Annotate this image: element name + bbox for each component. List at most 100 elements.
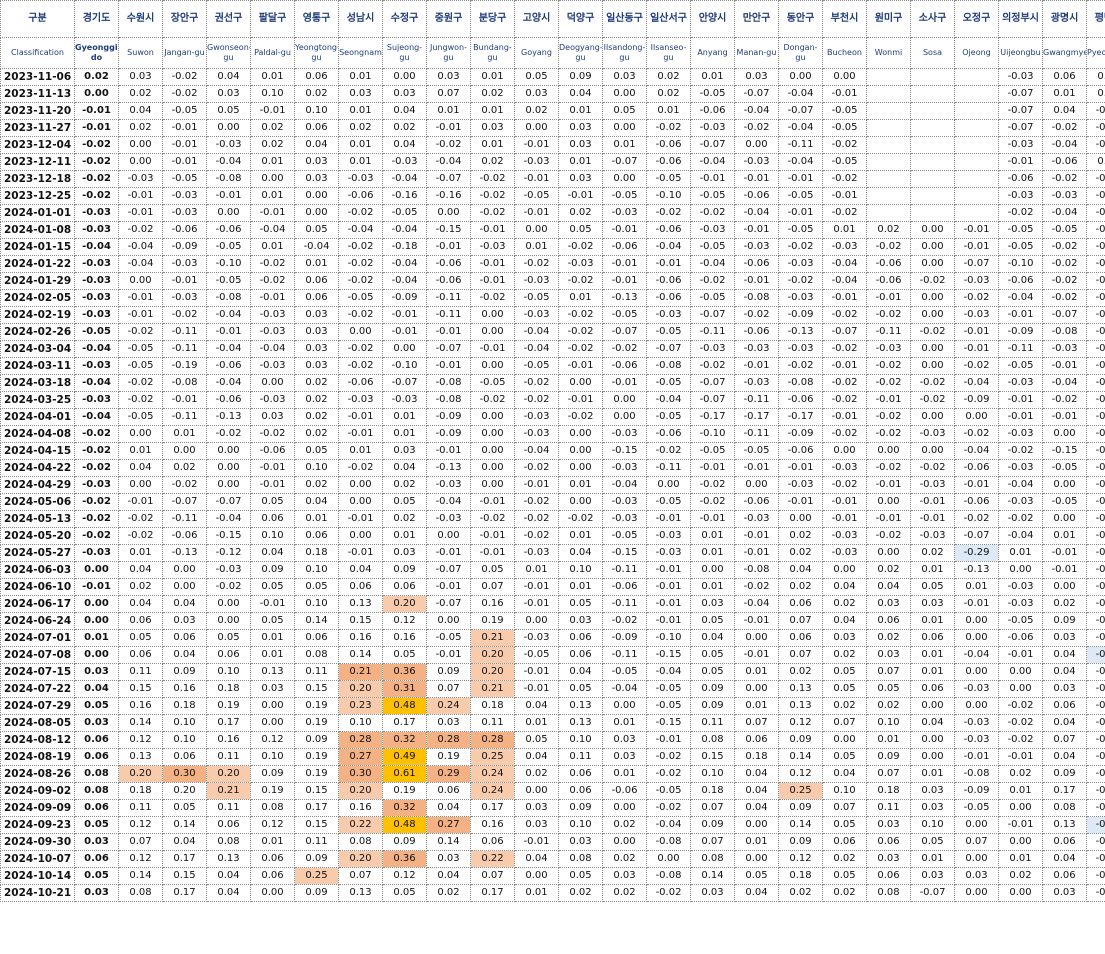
value-cell: 0.14 bbox=[690, 867, 735, 885]
value-cell: 0.04 bbox=[382, 102, 427, 120]
value-cell: -0.17 bbox=[734, 408, 779, 426]
value-cell: 0.10 bbox=[294, 102, 339, 120]
value-cell: -0.03 bbox=[646, 544, 691, 562]
value-cell: -0.01 bbox=[734, 170, 779, 188]
value-cell: 0.02 bbox=[118, 119, 163, 137]
row-date: 2024-01-08 bbox=[0, 221, 75, 239]
value-cell: -0.02 bbox=[118, 221, 163, 239]
value-cell: 0.00 bbox=[734, 476, 779, 494]
value-cell: -0.01 bbox=[998, 816, 1043, 834]
value-cell: 0.01 bbox=[910, 612, 955, 630]
value-cell: 0.07 bbox=[118, 833, 163, 851]
value-cell: -0.02 bbox=[74, 187, 119, 205]
value-cell: 0.13 bbox=[1042, 816, 1087, 834]
value-cell: 0.09 bbox=[778, 731, 823, 749]
value-cell: 0.03 bbox=[558, 612, 603, 630]
value-cell: 0.08 bbox=[118, 884, 163, 902]
value-cell: 0.01 bbox=[734, 697, 779, 715]
value-cell: 0.02 bbox=[382, 119, 427, 137]
value-cell: 0.02 bbox=[866, 697, 911, 715]
table-row: 2023-12-11 -0.02 0.00 -0.01 -0.04 0.01 0.03 0.0… bbox=[0, 153, 1105, 171]
value-cell: 0.07 bbox=[690, 833, 735, 851]
value-cell: 0.04 bbox=[294, 493, 339, 511]
value-cell: -0.02 bbox=[74, 170, 119, 188]
value-cell: 0.06 bbox=[294, 68, 339, 86]
value-cell: 0.06 bbox=[338, 578, 383, 596]
value-cell: 0.00 bbox=[338, 476, 383, 494]
row-date: 2024-06-03 bbox=[0, 561, 75, 579]
value-cell: -0.05 bbox=[646, 408, 691, 426]
value-cell: 0.07 bbox=[866, 663, 911, 681]
value-cell: -0.03 bbox=[998, 459, 1043, 477]
value-cell: 0.09 bbox=[1042, 612, 1087, 630]
value-cell: 0.12 bbox=[250, 816, 295, 834]
value-cell: 0.01 bbox=[910, 561, 955, 579]
value-cell: 0.00 bbox=[910, 442, 955, 460]
value-cell: -0.01 bbox=[734, 272, 779, 290]
value-cell: 0.00 bbox=[338, 323, 383, 341]
value-cell: 0.01 bbox=[1042, 85, 1087, 103]
value-cell: 0.04 bbox=[338, 561, 383, 579]
value-cell: 0.10 bbox=[162, 714, 207, 732]
column-header-kr: 동안구 bbox=[778, 0, 823, 38]
value-cell: -0.08 bbox=[734, 561, 779, 579]
value-cell: 0.01 bbox=[338, 153, 383, 171]
value-cell: 0.14 bbox=[294, 612, 339, 630]
value-cell: -0.02 bbox=[74, 527, 119, 545]
value-cell: 0.16 bbox=[162, 680, 207, 698]
value-cell: 0.10 bbox=[250, 85, 295, 103]
value-cell: -0.07 bbox=[998, 119, 1043, 137]
value-cell: 0.00 bbox=[558, 442, 603, 460]
value-cell: -0.02 bbox=[250, 255, 295, 273]
value-cell: -0.07 bbox=[734, 85, 779, 103]
value-cell: -0.06 bbox=[646, 425, 691, 443]
value-cell: -0.03 bbox=[74, 289, 119, 307]
value-cell: 0.15 bbox=[162, 867, 207, 885]
value-cell: 0.02 bbox=[558, 884, 603, 902]
value-cell: 0.01 bbox=[162, 425, 207, 443]
column-header-kr: 안양시 bbox=[690, 0, 735, 38]
value-cell: -0.04 bbox=[250, 340, 295, 358]
value-cell: -0.01 bbox=[646, 561, 691, 579]
value-cell: -0.04 bbox=[382, 221, 427, 239]
row-date: 2024-09-09 bbox=[0, 799, 75, 817]
value-cell: 0.00 bbox=[426, 527, 471, 545]
value-cell: 0.14 bbox=[338, 646, 383, 664]
value-cell: -0.02 bbox=[470, 187, 515, 205]
value-cell: 0.01 bbox=[470, 136, 515, 154]
value-cell: 0.18 bbox=[866, 782, 911, 800]
value-cell: 0.02 bbox=[1086, 68, 1105, 86]
value-cell: -0.02 bbox=[998, 204, 1043, 222]
value-cell: -0.02 bbox=[426, 136, 471, 154]
value-cell: 0.05 bbox=[558, 221, 603, 239]
value-cell: -0.29 bbox=[954, 544, 999, 562]
value-cell: 0.24 bbox=[470, 765, 515, 783]
value-cell: -0.08 bbox=[1086, 119, 1105, 137]
value-cell: 0.01 bbox=[338, 442, 383, 460]
value-cell: 0.10 bbox=[558, 816, 603, 834]
value-cell: 0.02 bbox=[778, 884, 823, 902]
value-cell: 0.06 bbox=[74, 731, 119, 749]
value-cell: -0.03 bbox=[162, 255, 207, 273]
value-cell: 0.00 bbox=[470, 459, 515, 477]
column-header-en: Pyeongtaek bbox=[1086, 37, 1105, 69]
value-cell: 0.04 bbox=[734, 884, 779, 902]
value-cell: 0.04 bbox=[118, 459, 163, 477]
value-cell: -0.04 bbox=[206, 510, 251, 528]
row-date: 2024-05-20 bbox=[0, 527, 75, 545]
value-cell: -0.05 bbox=[954, 799, 999, 817]
value-cell: -0.02 bbox=[118, 527, 163, 545]
value-cell: -0.03 bbox=[338, 391, 383, 409]
value-cell: -0.03 bbox=[910, 527, 955, 545]
value-cell: -0.06 bbox=[690, 102, 735, 120]
column-header-kr: 소사구 bbox=[910, 0, 955, 38]
value-cell: -0.15 bbox=[426, 221, 471, 239]
value-cell: -0.05 bbox=[690, 85, 735, 103]
value-cell: -0.02 bbox=[118, 510, 163, 528]
value-cell: 0.03 bbox=[866, 850, 911, 868]
value-cell: -0.03 bbox=[822, 527, 867, 545]
value-cell: -0.01 bbox=[998, 306, 1043, 324]
column-header-en: Gwonseon-gu bbox=[206, 37, 251, 69]
value-cell: -0.04 bbox=[778, 153, 823, 171]
value-cell: 0.00 bbox=[1042, 510, 1087, 528]
